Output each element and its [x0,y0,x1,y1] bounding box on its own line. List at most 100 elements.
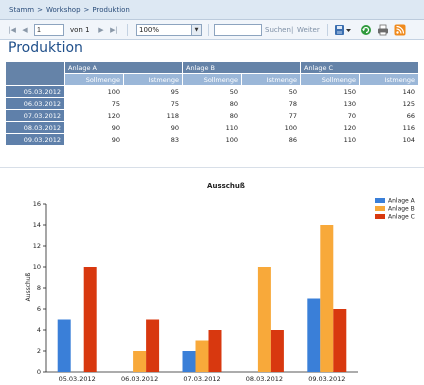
zoom-value: 100% [139,26,160,34]
table-cell: 118 [123,109,183,122]
table-cell: 50 [241,85,301,98]
row-date: 08.03.2012 [5,121,65,134]
group-header-anlage-b: Anlage B [182,61,301,74]
refresh-icon[interactable] [360,24,372,36]
table-row: 05.03.2012 100 95 50 50 150 140 [5,85,419,98]
bar [320,225,334,372]
toolbar-divider [208,24,209,36]
bar [182,351,196,372]
legend-label: Anlage C [388,214,415,221]
table-cell: 140 [359,85,419,98]
export-icon[interactable] [334,24,352,36]
chart-title: Ausschuß [207,182,245,190]
y-tick-label: 6 [37,305,41,313]
section-divider [0,167,424,168]
y-tick-label: 2 [37,347,41,355]
table-cell: 70 [300,109,360,122]
feed-icon[interactable] [394,24,406,36]
zoom-select[interactable]: 100% ▼ [136,24,202,36]
bar [333,309,347,372]
first-page-button[interactable]: |◀ [6,24,18,36]
x-tick-label: 07.03.2012 [183,375,220,383]
breadcrumb-item-produktion: Produktion [92,6,130,14]
table-cell: 90 [64,121,124,134]
table-cell: 120 [300,121,360,134]
bar [307,298,321,372]
row-date: 09.03.2012 [5,133,65,146]
x-tick-label: 09.03.2012 [308,375,345,383]
next-match-link[interactable]: Weiter [297,24,320,36]
bar [195,340,209,372]
next-page-button[interactable]: ▶ [96,24,106,36]
table-cell: 80 [182,97,242,110]
search-separator: | [291,26,294,34]
table-subheader-row: Sollmenge Istmenge Sollmenge Istmenge So… [6,73,419,86]
bar [133,351,147,372]
chart-bars [57,225,347,372]
table-cell: 104 [359,133,419,146]
legend-label: Anlage B [388,206,415,213]
column-header: Sollmenge [64,73,124,86]
table-row: 06.03.2012 75 75 80 78 130 125 [5,97,419,110]
x-tick-label: 06.03.2012 [121,375,158,383]
production-table: Anlage A Anlage B Anlage C Sollmenge Ist… [5,61,419,146]
table-corner-cell [5,61,65,86]
print-icon[interactable] [377,24,389,36]
search-input[interactable] [214,24,262,36]
bar [57,319,71,372]
bar [270,330,284,372]
last-page-button[interactable]: ▶| [108,24,120,36]
legend-swatch [375,214,385,219]
breadcrumb-item-stamm[interactable]: Stamm [9,6,34,14]
y-tick-label: 8 [37,284,41,292]
group-header-anlage-a: Anlage A [64,61,183,74]
table-cell: 75 [64,97,124,110]
table-cell: 90 [64,133,124,146]
x-tick-label: 05.03.2012 [59,375,96,383]
previous-page-button[interactable]: ◀ [20,24,30,36]
y-tick-label: 12 [33,242,41,250]
breadcrumb-separator: > [37,6,43,14]
page-count-label: von 1 [70,26,90,34]
bar [146,319,160,372]
table-cell: 110 [182,121,242,134]
column-header: Sollmenge [300,73,360,86]
page-title: Produktion [8,40,83,56]
legend-swatch [375,198,385,203]
search-link[interactable]: Suchen [265,24,291,36]
table-cell: 95 [123,85,183,98]
table-cell: 116 [359,121,419,134]
y-tick-label: 16 [33,200,41,208]
chart-container: Ausschuß Ausschuß 0 2 4 6 8 10 12 14 16 05.03.20… [0,172,424,385]
chevron-down-icon[interactable]: ▼ [191,25,201,35]
breadcrumb: Stamm > Workshop > Produktion [0,0,424,20]
toolbar-divider [327,24,328,36]
row-date: 06.03.2012 [5,97,65,110]
x-axis-ticks: 05.03.2012 06.03.2012 07.03.2012 08.03.2012… [59,375,346,383]
table-cell: 100 [241,121,301,134]
column-header: Istmenge [123,73,183,86]
table-cell: 75 [123,97,183,110]
column-header: Sollmenge [182,73,242,86]
x-tick-label: 08.03.2012 [246,375,283,383]
table-group-header-row: Anlage A Anlage B Anlage C [5,61,419,86]
page-number-input[interactable] [34,24,64,36]
chart-legend: Anlage AAnlage BAnlage C [375,198,416,221]
table-cell: 110 [300,133,360,146]
breadcrumb-separator: > [83,6,90,14]
table-cell: 83 [123,133,183,146]
table-row: 07.03.2012 120 118 80 77 70 66 [5,109,419,122]
breadcrumb-item-workshop[interactable]: Workshop [46,6,81,14]
table-cell: 50 [182,85,242,98]
table-cell: 90 [123,121,183,134]
table-cell: 78 [241,97,301,110]
y-tick-label: 0 [37,368,41,376]
y-axis-label: Ausschuß [25,272,32,301]
row-date: 07.03.2012 [5,109,65,122]
table-row: 08.03.2012 90 90 110 100 120 116 [5,121,419,134]
table-cell: 66 [359,109,419,122]
table-row: 09.03.2012 90 83 100 86 110 104 [5,133,419,146]
column-header: Istmenge [359,73,419,86]
y-tick-label: 4 [37,326,41,334]
report-toolbar: |◀ ◀ von 1 ▶ ▶| 100% ▼ Suchen | Weiter [0,20,424,40]
